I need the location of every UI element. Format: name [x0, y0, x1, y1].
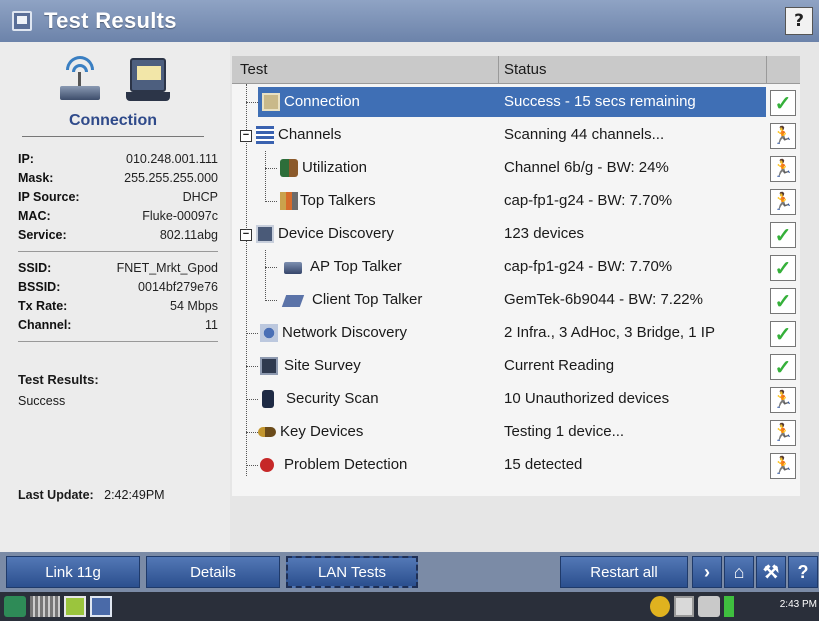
network-status-icon[interactable]	[650, 596, 670, 617]
channel-row: Channel: 11	[18, 318, 218, 332]
window-title: Test Results	[44, 8, 177, 33]
running-icon: 🏃	[770, 123, 796, 149]
table-header: Test Status	[232, 56, 800, 84]
problem-detection-icon	[260, 458, 274, 472]
app-icon[interactable]	[64, 596, 86, 617]
mask-row: Mask: 255.255.255.000	[18, 171, 218, 185]
table-row[interactable]: AP Top Talker cap-fp1-g24 - BW: 7.70% ✓	[232, 252, 800, 285]
test-results-table: Test Status Connection Success - 15 secs…	[232, 56, 800, 496]
divider	[18, 341, 218, 342]
window-icon	[12, 11, 32, 31]
device-discovery-icon	[256, 225, 274, 243]
collapse-icon[interactable]: −	[240, 130, 252, 142]
running-icon: 🏃	[770, 387, 796, 413]
ip-row: IP: 010.248.001.111	[18, 152, 218, 166]
check-icon: ✓	[770, 222, 796, 248]
table-row[interactable]: Problem Detection 15 detected 🏃	[232, 450, 800, 483]
link-button[interactable]: Link 11g	[6, 556, 140, 588]
ap-icon	[284, 262, 302, 274]
ssid-row: SSID: FNET_Mrkt_Gpod	[18, 261, 218, 275]
check-icon: ✓	[770, 90, 796, 116]
connection-label: Connection	[22, 112, 204, 137]
table-row[interactable]: Site Survey Current Reading ✓	[232, 351, 800, 384]
key-icon	[258, 427, 276, 437]
service-row: Service: 802.11abg	[18, 228, 218, 242]
bottom-toolbar: Link 11g Details LAN Tests Restart all ›…	[0, 552, 819, 592]
lan-tests-button[interactable]: LAN Tests	[286, 556, 418, 588]
table-row[interactable]: Client Top Talker GemTek-6b9044 - BW: 7.…	[232, 285, 800, 318]
battery-icon	[724, 596, 734, 617]
clipboard-icon[interactable]	[674, 596, 694, 617]
running-icon: 🏃	[770, 420, 796, 446]
running-icon: 🏃	[770, 453, 796, 479]
security-scan-icon	[262, 390, 274, 408]
ip-source-row: IP Source: DHCP	[18, 190, 218, 204]
restart-all-button[interactable]: Restart all	[560, 556, 688, 588]
check-icon: ✓	[770, 354, 796, 380]
top-talkers-icon	[280, 192, 298, 210]
table-row[interactable]: Top Talkers cap-fp1-g24 - BW: 7.70% 🏃	[232, 186, 800, 219]
taskbar: 2:43 PM	[0, 592, 819, 621]
table-row[interactable]: − Device Discovery 123 devices ✓	[232, 219, 800, 252]
window-icon[interactable]	[90, 596, 112, 617]
tools-icon[interactable]: ⚒	[756, 556, 786, 588]
access-point-icon	[58, 56, 102, 104]
table-row[interactable]: Utilization Channel 6b/g - BW: 24% 🏃	[232, 153, 800, 186]
last-update: Last Update: 2:42:49PM	[18, 488, 165, 502]
help-cursor-icon: ?	[794, 11, 804, 31]
test-results-value: Success	[18, 394, 66, 408]
site-survey-icon	[260, 357, 278, 375]
connection-summary-panel: Connection IP: 010.248.001.111 Mask: 255.2…	[0, 42, 230, 552]
channels-icon	[256, 126, 274, 144]
table-row[interactable]: Connection Success - 15 secs remaining ✓	[232, 87, 800, 120]
client-icon	[281, 295, 305, 307]
connection-icons	[52, 52, 182, 108]
utilization-icon	[280, 159, 298, 177]
home-icon[interactable]: ⌂	[724, 556, 754, 588]
test-results-label: Test Results:	[18, 372, 99, 387]
collapse-icon[interactable]: −	[240, 229, 252, 241]
help-cursor-button[interactable]: ?	[785, 7, 813, 35]
check-icon: ✓	[770, 255, 796, 281]
keyboard-icon[interactable]	[30, 596, 60, 617]
bssid-row: BSSID: 0014bf279e76	[18, 280, 218, 294]
status-text: Success - 15 secs remaining	[504, 93, 696, 110]
mac-row: MAC: Fluke-00097c	[18, 209, 218, 223]
details-button[interactable]: Details	[146, 556, 280, 588]
laptop-icon	[126, 56, 170, 102]
next-icon[interactable]: ›	[692, 556, 722, 588]
column-header-test[interactable]: Test	[240, 61, 268, 78]
help-icon[interactable]: ?	[788, 556, 818, 588]
tx-rate-row: Tx Rate: 54 Mbps	[18, 299, 218, 313]
running-icon: 🏃	[770, 189, 796, 215]
network-discovery-icon	[260, 324, 278, 342]
clock: 2:43 PM	[779, 599, 817, 610]
test-name: Connection	[284, 93, 360, 110]
table-row[interactable]: − Channels Scanning 44 channels... 🏃	[232, 120, 800, 153]
start-icon[interactable]	[4, 596, 26, 617]
check-icon: ✓	[770, 288, 796, 314]
divider	[18, 251, 218, 252]
table-row[interactable]: Security Scan 10 Unauthorized devices 🏃	[232, 384, 800, 417]
column-header-status[interactable]: Status	[504, 61, 547, 78]
connection-icon	[262, 93, 280, 111]
table-row[interactable]: Network Discovery 2 Infra., 3 AdHoc, 3 B…	[232, 318, 800, 351]
check-icon: ✓	[770, 321, 796, 347]
speaker-icon[interactable]	[698, 596, 720, 617]
table-row[interactable]: Key Devices Testing 1 device... 🏃	[232, 417, 800, 450]
title-bar: Test Results ?	[0, 0, 819, 42]
running-icon: 🏃	[770, 156, 796, 182]
